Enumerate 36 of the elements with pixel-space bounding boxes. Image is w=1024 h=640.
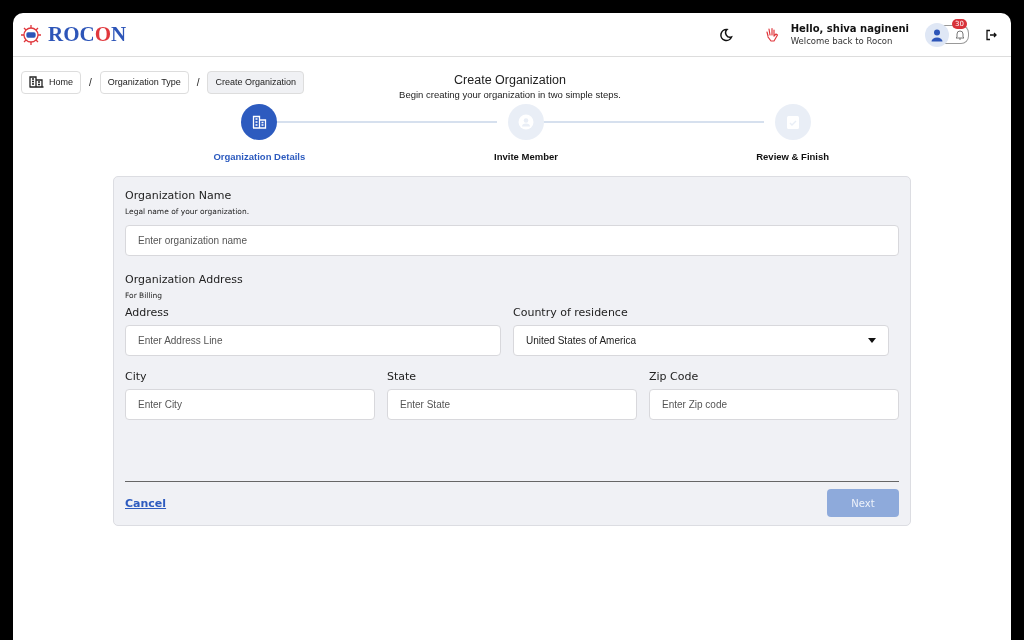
country-dropdown[interactable]: United States of America xyxy=(513,325,889,356)
step-label: Review & Finish xyxy=(756,151,830,162)
text-field[interactable]: Enter Zip code xyxy=(649,389,899,420)
breadcrumb-separator: / xyxy=(89,76,92,88)
person-icon xyxy=(930,27,944,42)
breadcrumb-link[interactable]: Home xyxy=(21,70,81,94)
field-label: Address xyxy=(125,306,170,319)
breadcrumb-link[interactable]: Organization Type xyxy=(99,70,189,94)
moon-icon[interactable] xyxy=(718,27,733,42)
field-label: Organization Name xyxy=(125,189,233,202)
bell-icon[interactable] xyxy=(955,29,965,40)
avatar[interactable] xyxy=(925,22,949,47)
text-field[interactable]: Enter Address Line xyxy=(125,325,501,356)
section-heading: Organization Address xyxy=(125,273,244,286)
cancel-link[interactable]: Cancel xyxy=(125,496,167,510)
logout-icon[interactable] xyxy=(985,28,997,41)
text-field[interactable]: Enter City xyxy=(125,389,375,420)
field-label: City xyxy=(125,370,148,383)
breadcrumb-separator: / xyxy=(196,76,200,88)
step-label: Organization Details xyxy=(213,151,306,162)
field-label: Country of residence xyxy=(513,306,629,319)
field-label: State xyxy=(387,370,418,383)
greeting-text: Hello, shiva nagineni xyxy=(790,23,909,34)
page-subtitle: Begin creating your organization in two simple steps. xyxy=(399,89,621,100)
text-field[interactable]: Enter organization name xyxy=(125,225,899,256)
waving-hand-icon xyxy=(764,26,779,43)
page-title: Create Organization xyxy=(454,73,566,87)
gear-icon xyxy=(20,23,42,46)
welcome-text: Welcome back to Rocon xyxy=(790,36,894,46)
building-icon xyxy=(29,76,44,88)
field-label: Zip Code xyxy=(649,370,700,383)
breadcrumb-link[interactable]: Create Organization xyxy=(207,70,304,94)
caret-icon xyxy=(868,338,876,343)
building-icon xyxy=(251,115,267,129)
text-field[interactable]: Enter State xyxy=(387,389,637,420)
step-label: Invite Member xyxy=(494,151,558,162)
